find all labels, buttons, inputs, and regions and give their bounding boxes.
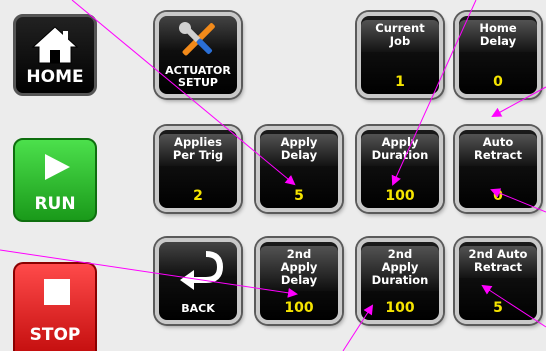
home-delay-tile[interactable]: Home Delay 0: [455, 12, 541, 98]
home-delay-value: 0: [493, 74, 503, 90]
apply-duration-value: 100: [385, 188, 415, 204]
apply-delay-tile[interactable]: Apply Delay 5: [256, 126, 342, 212]
second-apply-duration-tile[interactable]: 2nd Apply Duration 100: [357, 238, 443, 324]
second-apply-duration-value: 100: [385, 300, 415, 316]
current-job-tile[interactable]: Current Job 1: [357, 12, 443, 98]
auto-retract-value: 0: [493, 188, 503, 204]
applies-per-trig-tile[interactable]: Applies Per Trig 2: [155, 126, 241, 212]
back-tile[interactable]: BACK: [155, 238, 241, 324]
run-button[interactable]: RUN: [13, 138, 97, 222]
auto-retract-tile[interactable]: Auto Retract 0: [455, 126, 541, 212]
tools-icon: [179, 22, 215, 56]
home-label: HOME: [26, 67, 84, 87]
auto-retract-title-2: Retract: [474, 148, 522, 162]
stop-square-icon: [44, 279, 70, 305]
second-apply-delay-title-3: Delay: [280, 273, 318, 287]
apply-delay-title-2: Delay: [280, 148, 318, 162]
current-job-value: 1: [395, 74, 405, 90]
applies-per-trig-value: 2: [193, 188, 203, 204]
home-delay-title-2: Delay: [479, 34, 517, 48]
actuator-setup-tile[interactable]: ACTUATOR SETUP: [155, 12, 241, 98]
second-apply-delay-value: 100: [284, 300, 314, 316]
stop-label: STOP: [29, 325, 81, 345]
second-apply-duration-title-3: Duration: [371, 273, 429, 287]
home-button[interactable]: HOME: [13, 14, 97, 96]
apply-duration-title-2: Duration: [371, 148, 429, 162]
second-apply-delay-tile[interactable]: 2nd Apply Delay 100: [256, 238, 342, 324]
apply-delay-value: 5: [294, 188, 304, 204]
back-label: BACK: [181, 302, 215, 315]
current-job-title-2: Job: [389, 34, 411, 48]
second-auto-retract-title-2: Retract: [474, 260, 522, 274]
run-label: RUN: [34, 194, 76, 214]
second-auto-retract-value: 5: [493, 300, 503, 316]
back-arrow-icon: [180, 251, 224, 290]
stop-button[interactable]: STOP: [13, 262, 97, 351]
play-icon: [45, 154, 70, 180]
applies-per-trig-title-2: Per Trig: [172, 148, 224, 162]
setup-label: SETUP: [178, 76, 218, 89]
house-icon: [31, 26, 79, 64]
second-auto-retract-tile[interactable]: 2nd Auto Retract 5: [455, 238, 541, 324]
apply-duration-tile[interactable]: Apply Duration 100: [357, 126, 443, 212]
